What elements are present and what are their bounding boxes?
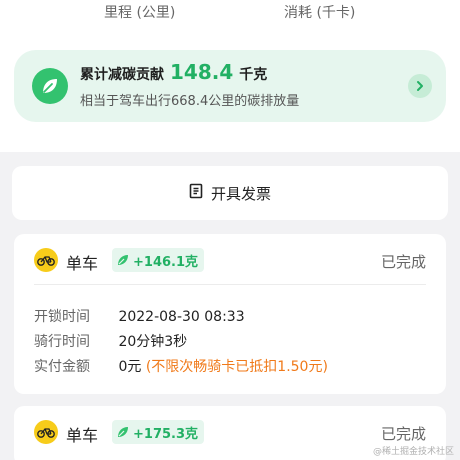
leaf-icon — [32, 68, 68, 104]
ride-duration-label: 骑行时间 — [34, 334, 90, 350]
unlock-time-label: 开锁时间 — [34, 309, 90, 325]
unlock-time-value: 2022-08-30 08:33 — [118, 309, 245, 325]
carbon-subtitle: 相当于驾车出行668.4公里的碳排放量 — [80, 94, 300, 109]
payment-label: 实付金额 — [34, 359, 90, 375]
ride-status: 已完成 — [380, 253, 426, 271]
carbon-badge: +146.1克 — [112, 248, 205, 272]
ride-type: 单车 — [66, 426, 99, 445]
ride-record-card[interactable]: 单车 +146.1克 已完成 开锁时间 2022-08-30 08:33 骑行时… — [14, 234, 446, 394]
payment-row: 实付金额 0元 (不限次畅骑卡已抵扣1.50元) — [34, 356, 328, 376]
invoice-icon — [189, 183, 203, 203]
ride-duration-row: 骑行时间 20分钟3秒 — [34, 331, 187, 351]
invoice-label: 开具发票 — [210, 184, 271, 203]
distance-label: 里程 (公里) — [104, 5, 176, 21]
ride-status: 已完成 — [380, 425, 426, 443]
chevron-right-icon[interactable] — [408, 74, 432, 98]
carbon-badge-text: +175.3克 — [133, 426, 199, 442]
carbon-title-line: 累计减碳贡献 148.4 千克 — [80, 60, 267, 84]
unlock-time-row: 开锁时间 2022-08-30 08:33 — [34, 306, 245, 326]
bike-icon — [34, 420, 58, 444]
calories-label: 消耗 (千卡) — [284, 5, 356, 21]
payment-note: (不限次畅骑卡已抵扣1.50元) — [145, 359, 328, 375]
carbon-title: 累计减碳贡献 — [80, 67, 164, 83]
carbon-unit: 千克 — [239, 67, 268, 83]
leaf-icon — [118, 255, 128, 265]
leaf-icon — [118, 427, 128, 437]
carbon-value: 148.4 — [170, 60, 234, 84]
carbon-badge: +175.3克 — [112, 420, 205, 444]
divider — [34, 284, 426, 285]
carbon-badge-text: +146.1克 — [133, 254, 199, 270]
bike-icon — [34, 248, 58, 272]
carbon-contribution-card[interactable]: 累计减碳贡献 148.4 千克 相当于驾车出行668.4公里的碳排放量 — [14, 50, 446, 122]
payment-value: 0元 — [118, 359, 142, 375]
ride-duration-value: 20分钟3秒 — [118, 334, 188, 350]
ride-type: 单车 — [66, 254, 99, 273]
invoice-button[interactable]: 开具发票 — [12, 166, 448, 220]
summary-panel: 里程 (公里) 消耗 (千卡) 累计减碳贡献 148.4 千克 相当于驾车出行6… — [0, 0, 460, 152]
watermark: @稀土掘金技术社区 — [372, 447, 454, 457]
